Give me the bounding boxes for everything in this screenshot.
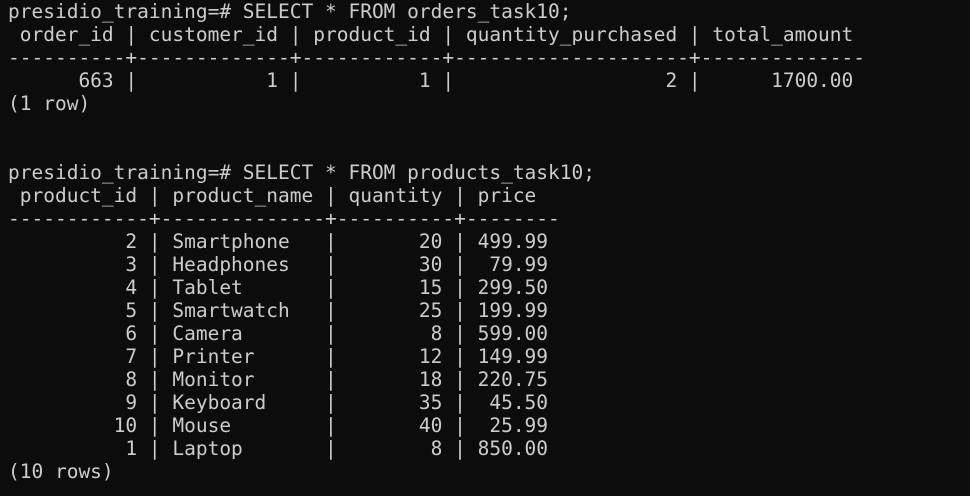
prompt-line-orders-query: presidio_training=# SELECT * FROM orders… — [8, 0, 572, 23]
products-table-separator: ------------+--------------+----------+-… — [8, 207, 560, 230]
products-table-row: 4 | Tablet | 15 | 299.50 — [8, 276, 549, 299]
prompt-line-products-query: presidio_training=# SELECT * FROM produc… — [8, 161, 595, 184]
products-table-row: 9 | Keyboard | 35 | 45.50 — [8, 391, 549, 414]
products-table-row: 7 | Printer | 12 | 149.99 — [8, 345, 549, 368]
orders-table-header: order_id | customer_id | product_id | qu… — [8, 23, 854, 46]
orders-row-count: (1 row) — [8, 92, 91, 115]
products-table-row: 8 | Monitor | 18 | 220.75 — [8, 368, 549, 391]
products-table-header: product_id | product_name | quantity | p… — [8, 184, 537, 207]
products-table-row: 1 | Laptop | 8 | 850.00 — [8, 437, 549, 460]
products-table-row: 5 | Smartwatch | 25 | 199.99 — [8, 299, 549, 322]
products-table-row: 6 | Camera | 8 | 599.00 — [8, 322, 549, 345]
products-table-row: 2 | Smartphone | 20 | 499.99 — [8, 230, 549, 253]
products-row-count: (10 rows) — [8, 460, 114, 483]
orders-table-separator: ----------+-------------+------------+--… — [8, 46, 866, 69]
products-table-row: 10 | Mouse | 40 | 25.99 — [8, 414, 549, 437]
products-table-row: 3 | Headphones | 30 | 79.99 — [8, 253, 549, 276]
terminal-window[interactable]: presidio_training=# SELECT * FROM orders… — [0, 0, 970, 496]
orders-table-row: 663 | 1 | 1 | 2 | 1700.00 — [8, 69, 854, 92]
